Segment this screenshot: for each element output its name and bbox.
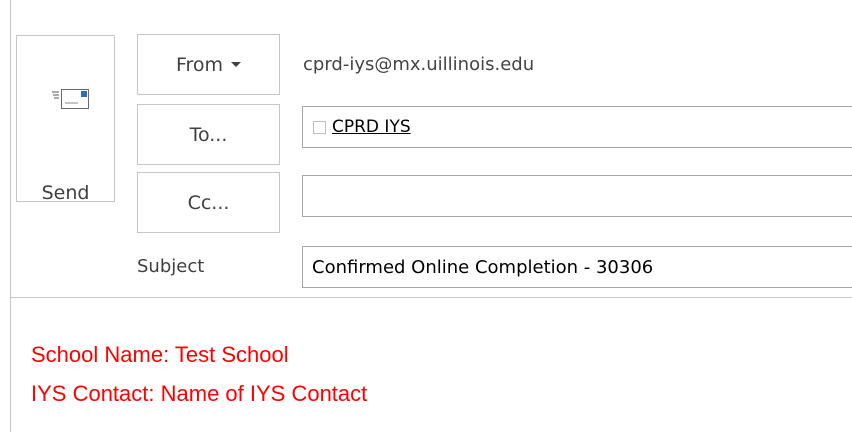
compose-frame-border: [10, 0, 11, 432]
body-line-school[interactable]: School Name: Test School: [31, 342, 289, 368]
body-line-contact[interactable]: IYS Contact: Name of IYS Contact: [31, 381, 367, 407]
to-label: To...: [189, 123, 228, 146]
recipient-checkbox-icon: [313, 120, 326, 134]
envelope-send-icon: [52, 89, 89, 109]
recipient-chip[interactable]: CPRD IYS: [313, 117, 411, 137]
recipient-name: CPRD IYS: [332, 117, 411, 137]
send-label: Send: [41, 182, 90, 204]
subject-value: Confirmed Online Completion - 30306: [312, 257, 654, 278]
send-button[interactable]: Send: [16, 35, 115, 204]
from-button[interactable]: From: [137, 34, 280, 95]
chevron-down-icon: [231, 62, 242, 67]
subject-field[interactable]: Confirmed Online Completion - 30306: [302, 246, 852, 288]
header-divider: [10, 297, 852, 298]
to-button[interactable]: To...: [137, 104, 280, 165]
subject-label: Subject: [137, 256, 205, 277]
cc-field[interactable]: [302, 175, 852, 217]
from-label: From: [175, 53, 224, 76]
from-address: cprd-iys@mx.uillinois.edu: [303, 54, 535, 75]
cc-label: Cc...: [187, 191, 230, 214]
to-field[interactable]: CPRD IYS: [302, 106, 852, 148]
cc-button[interactable]: Cc...: [137, 172, 280, 233]
